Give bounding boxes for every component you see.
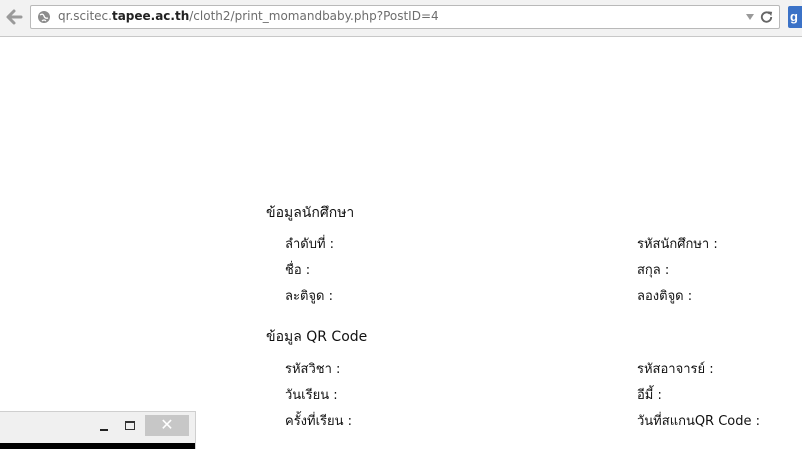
scan-date-label: วันที่สแกนQR Code : (637, 414, 761, 429)
window-content-strip (0, 443, 195, 449)
reload-icon[interactable] (759, 9, 774, 25)
email-label: อีมี้ : (637, 388, 662, 403)
qr-section-title: ข้อมูล QR Code (266, 329, 368, 345)
latitude-label: ละติจูด : (285, 289, 333, 304)
minimized-window: ✕ (0, 411, 196, 449)
maximize-icon (125, 421, 135, 430)
session-label: ครั้งที่เรียน : (285, 414, 353, 429)
browser-toolbar: qr.scitec.tapee.ac.th/cloth2/print_moman… (0, 0, 802, 37)
order-label: ลำดับที่ : (285, 237, 335, 252)
first-name-label: ชื่อ : (285, 263, 311, 278)
url-text[interactable]: qr.scitec.tapee.ac.th/cloth2/print_moman… (58, 9, 439, 23)
address-bar[interactable]: qr.scitec.tapee.ac.th/cloth2/print_moman… (30, 5, 780, 29)
url-path: /cloth2/print_momandbaby.php?PostID=4 (189, 9, 439, 23)
study-date-label: วันเรียน : (285, 388, 338, 403)
student-section-title: ข้อมูลนักศึกษา (266, 205, 355, 221)
minimize-icon (100, 429, 108, 431)
url-prefix: qr.scitec. (58, 9, 112, 23)
back-arrow-icon (6, 9, 23, 25)
close-button[interactable]: ✕ (145, 415, 189, 436)
url-domain: tapee.ac.th (111, 9, 190, 23)
globe-icon (38, 11, 50, 23)
course-code-label: รหัสวิชา : (285, 362, 341, 377)
last-name-label: สกุล : (637, 263, 670, 278)
close-icon: ✕ (160, 415, 174, 434)
student-id-label: รหัสนักศึกษา : (637, 237, 718, 252)
minimize-button[interactable] (92, 416, 116, 436)
dropdown-arrow-icon[interactable] (745, 12, 755, 22)
back-button[interactable] (0, 3, 28, 31)
page-content: ข้อมูลนักศึกษา ลำดับที่ : รหัสนักศึกษา :… (0, 38, 802, 449)
maximize-button[interactable] (119, 416, 143, 436)
teacher-code-label: รหัสอาจารย์ : (637, 362, 714, 377)
longitude-label: ลองติจูด : (637, 289, 693, 304)
extension-icon[interactable]: g (788, 6, 802, 28)
